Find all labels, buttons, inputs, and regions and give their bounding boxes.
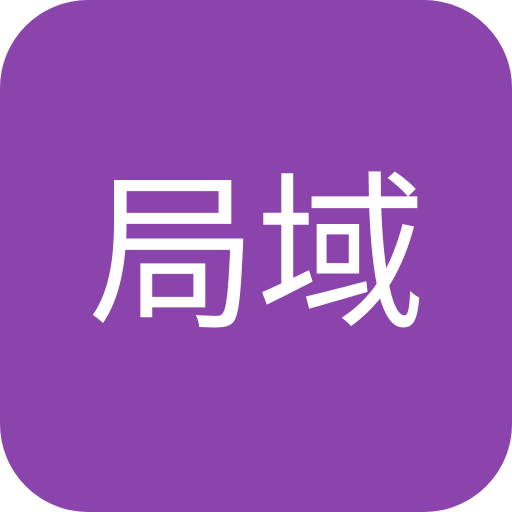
app-icon-label: 局域: [87, 157, 426, 355]
app-icon[interactable]: 局域: [0, 0, 512, 512]
